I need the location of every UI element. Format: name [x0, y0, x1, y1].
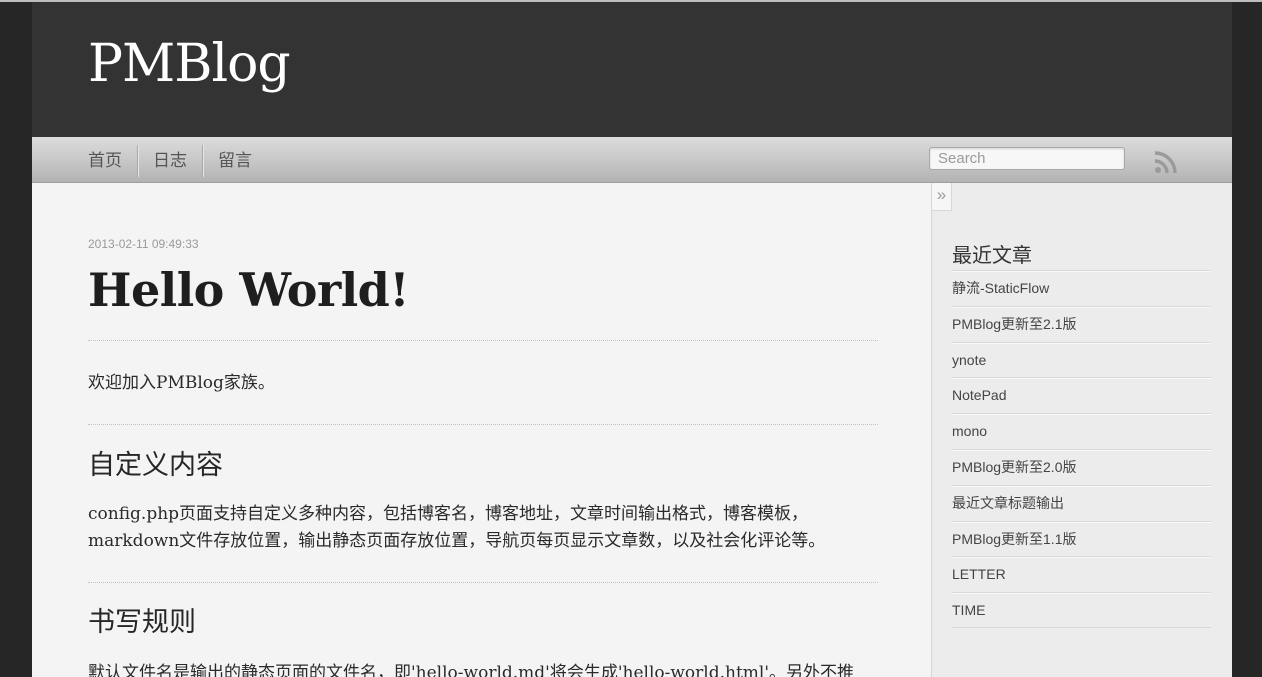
rss-icon[interactable] — [1153, 149, 1179, 175]
recent-post-link[interactable]: LETTER — [952, 556, 1211, 592]
divider — [88, 582, 878, 583]
site-title[interactable]: PMBlog — [88, 38, 291, 90]
recent-posts-title: 最近文章 — [952, 243, 1032, 267]
nav-item-blog[interactable]: 日志 — [137, 145, 202, 177]
nav-item-guestbook[interactable]: 留言 — [202, 145, 267, 177]
recent-post-link[interactable]: TIME — [952, 592, 1211, 628]
sidebar-collapse-icon[interactable]: » — [932, 183, 952, 211]
page-container: PMBlog 首页 日志 留言 2013-02-11 09:49:33 Hell… — [32, 2, 1232, 677]
site-header: PMBlog — [32, 2, 1232, 137]
search-input[interactable] — [929, 147, 1125, 170]
nav-item-home[interactable]: 首页 — [88, 145, 137, 177]
main-nav: 首页 日志 留言 — [32, 137, 1232, 183]
divider — [88, 424, 878, 425]
post-content: 2013-02-11 09:49:33 Hello World! 欢迎加入PMB… — [88, 183, 878, 677]
sidebar: » 最近文章 静流-StaticFlow PMBlog更新至2.1版 ynote… — [931, 183, 1232, 677]
divider — [88, 340, 878, 341]
recent-post-link[interactable]: PMBlog更新至1.1版 — [952, 520, 1211, 557]
post-date: 2013-02-11 09:49:33 — [88, 237, 199, 251]
post-intro: 欢迎加入PMBlog家族。 — [88, 373, 275, 393]
recent-post-link[interactable]: 静流-StaticFlow — [952, 270, 1211, 306]
section-body: 默认文件名是输出的静态页面的文件名，即'hello-world.md'将会生成'… — [88, 663, 855, 677]
recent-posts-list: 静流-StaticFlow PMBlog更新至2.1版 ynote NotePa… — [952, 270, 1211, 628]
section-body: config.php页面支持自定义多种内容，包括博客名，博客地址，文章时间输出格… — [88, 504, 826, 551]
nav-list: 首页 日志 留言 — [88, 145, 267, 177]
post-title[interactable]: Hello World! — [88, 265, 410, 316]
recent-post-link[interactable]: NotePad — [952, 377, 1211, 413]
recent-post-link[interactable]: PMBlog更新至2.1版 — [952, 305, 1211, 342]
section-heading: 书写规则 — [88, 607, 196, 638]
recent-post-link[interactable]: ynote — [952, 341, 1211, 378]
recent-post-link[interactable]: 最近文章标题输出 — [952, 484, 1211, 521]
section-heading: 自定义内容 — [88, 450, 223, 481]
recent-post-link[interactable]: mono — [952, 413, 1211, 449]
recent-post-link[interactable]: PMBlog更新至2.0版 — [952, 448, 1211, 485]
